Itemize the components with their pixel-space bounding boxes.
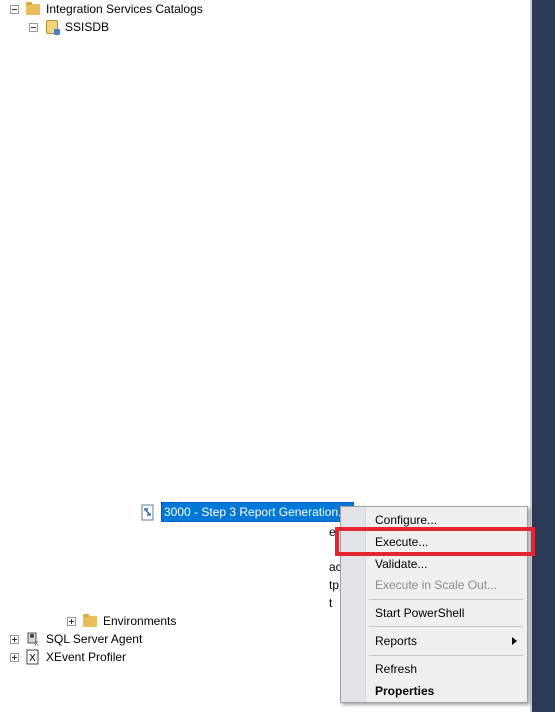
tree-node-sql-server-agent[interactable]: X SQL Server Agent bbox=[10, 630, 142, 648]
sql-agent-icon: X bbox=[25, 631, 41, 648]
tree-node-label: Integration Services Catalogs bbox=[46, 2, 203, 16]
tree-node-label: Environments bbox=[103, 614, 177, 628]
database-icon bbox=[44, 19, 60, 35]
expand-icon[interactable] bbox=[10, 634, 19, 644]
xevent-profiler-icon: X bbox=[25, 649, 41, 665]
svg-text:X: X bbox=[29, 653, 36, 664]
menu-item-refresh[interactable]: Refresh bbox=[375, 659, 417, 679]
tree-node-integration-services-catalogs[interactable]: Integration Services Catalogs bbox=[10, 0, 203, 18]
tree-node-package[interactable]: 3000 - Step 3 Report Generation.dt bbox=[140, 502, 355, 522]
tree-node-ssisdb[interactable]: SSISDB bbox=[29, 18, 109, 36]
menu-item-start-powershell[interactable]: Start PowerShell bbox=[375, 603, 464, 623]
menu-separator bbox=[369, 599, 523, 600]
collapse-icon[interactable] bbox=[10, 4, 19, 14]
package-icon bbox=[140, 504, 156, 521]
collapse-icon[interactable] bbox=[29, 22, 38, 32]
tree-node-label: SQL Server Agent bbox=[46, 632, 143, 646]
svg-text:X: X bbox=[34, 640, 39, 647]
obscured-text-fragment: t bbox=[329, 596, 333, 610]
menu-item-reports[interactable]: Reports bbox=[375, 631, 417, 651]
folder-icon bbox=[82, 613, 98, 629]
menu-separator bbox=[369, 655, 523, 656]
menu-separator bbox=[369, 626, 523, 627]
menu-item-validate[interactable]: Validate... bbox=[375, 554, 427, 574]
obscured-text-fragment: tp bbox=[329, 578, 340, 592]
annotation-highlight-box bbox=[335, 527, 535, 556]
folder-icon bbox=[25, 1, 41, 17]
submenu-arrow-icon bbox=[512, 637, 517, 645]
menu-item-properties[interactable]: Properties bbox=[375, 681, 434, 701]
tree-node-label: XEvent Profiler bbox=[46, 650, 127, 664]
tree-node-xevent-profiler[interactable]: X XEvent Profiler bbox=[10, 648, 126, 666]
tree-node-label: SSISDB bbox=[65, 20, 110, 34]
expand-icon[interactable] bbox=[67, 616, 76, 626]
tree-node-environments[interactable]: Environments bbox=[67, 612, 176, 630]
expand-icon[interactable] bbox=[10, 652, 19, 662]
menu-item-execute-scale-out: Execute in Scale Out... bbox=[375, 578, 498, 592]
vertical-scrollbar[interactable] bbox=[530, 0, 555, 712]
tree-node-label-selected: 3000 - Step 3 Report Generation.dt bbox=[161, 502, 355, 522]
